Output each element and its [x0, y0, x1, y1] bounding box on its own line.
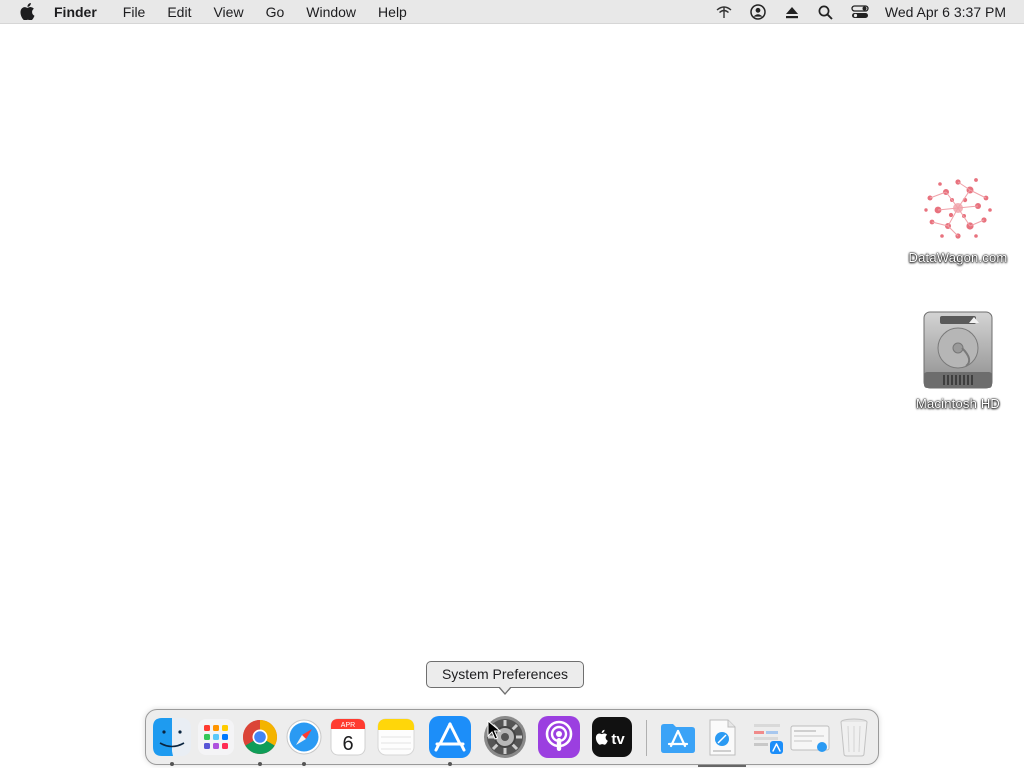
spotlight-search-button[interactable]: [809, 0, 843, 24]
menu-finder[interactable]: Finder: [54, 0, 112, 24]
desktop-icon-label: Macintosh HD: [915, 396, 1001, 411]
mouse-cursor-icon: [487, 720, 501, 740]
running-indicator: [258, 762, 262, 766]
desktop-icon-macintosh-hd[interactable]: Macintosh HD: [898, 308, 1018, 411]
menu-window[interactable]: Window: [295, 0, 367, 24]
menu-bar: Finder File Edit View Go Window Help Wed…: [0, 0, 1024, 24]
notes-icon: [377, 718, 415, 756]
menu-view[interactable]: View: [202, 0, 254, 24]
menu-edit[interactable]: Edit: [156, 0, 202, 24]
calendar-day: 6: [342, 733, 353, 755]
wifi-status-button[interactable]: [707, 0, 741, 24]
dock-item-recent[interactable]: [746, 714, 790, 760]
tooltip-arrow-inner: [499, 686, 511, 693]
eject-button[interactable]: [775, 0, 809, 24]
finder-icon: [153, 718, 191, 756]
hard-drive-icon: [923, 311, 993, 389]
dock-item-finder[interactable]: [150, 714, 194, 766]
safari-icon: [286, 719, 322, 755]
apple-tv-icon: tv: [592, 717, 632, 757]
calendar-month: APR: [341, 722, 355, 729]
control-center-icon: [851, 5, 869, 18]
launchpad-icon: [198, 719, 234, 755]
desktop-icon-datawagon[interactable]: DataWagon.com: [898, 170, 1018, 265]
apple-menu-button[interactable]: [0, 0, 54, 24]
apple-tv-label: tv: [611, 731, 625, 748]
apple-logo-icon: [19, 3, 34, 20]
spotlight-search-icon: [818, 5, 834, 20]
user-account-button[interactable]: [741, 0, 775, 24]
dock-item-app-store[interactable]: [428, 714, 472, 766]
trash-icon: [840, 718, 868, 757]
menu-file[interactable]: File: [112, 0, 157, 24]
dock-item-trash[interactable]: [832, 714, 876, 760]
podcasts-icon: [538, 716, 580, 758]
menu-help[interactable]: Help: [367, 0, 418, 24]
dock-item-apple-tv[interactable]: tv: [590, 714, 634, 760]
dock: APR 6 tv: [145, 709, 879, 767]
downloads-stack-icon: [709, 719, 736, 756]
dock-separator: [646, 720, 647, 756]
dock-item-safari[interactable]: [282, 714, 326, 766]
documents-stack-icon: [790, 725, 830, 752]
running-indicator: [448, 762, 452, 766]
control-center-button[interactable]: [843, 0, 877, 24]
dock-item-calendar[interactable]: APR 6: [326, 714, 370, 760]
dock-item-documents[interactable]: [788, 714, 832, 760]
dock-item-notes[interactable]: [374, 714, 418, 760]
running-indicator: [170, 762, 174, 766]
applications-folder-icon: [661, 724, 695, 753]
user-account-icon: [750, 4, 766, 20]
wifi-icon: [716, 6, 732, 18]
calendar-icon: APR 6: [330, 718, 366, 756]
desktop-icon-label: DataWagon.com: [908, 250, 1008, 265]
menubar-clock[interactable]: Wed Apr 6 3:37 PM: [877, 4, 1024, 20]
app-store-icon: [429, 716, 471, 758]
chrome-icon: [243, 720, 277, 754]
datawagon-image-icon: [924, 178, 992, 239]
dock-tooltip: System Preferences: [426, 661, 584, 688]
dock-item-downloads[interactable]: [698, 714, 746, 767]
running-indicator: [302, 762, 306, 766]
dock-item-applications[interactable]: [656, 714, 700, 760]
dock-item-podcasts[interactable]: [537, 714, 581, 760]
recent-stack-icon: [754, 724, 783, 754]
dock-item-chrome[interactable]: [238, 714, 282, 766]
stack-underline: [698, 765, 746, 767]
dock-item-launchpad[interactable]: [194, 714, 238, 760]
menu-go[interactable]: Go: [255, 0, 296, 24]
eject-icon: [785, 6, 798, 18]
